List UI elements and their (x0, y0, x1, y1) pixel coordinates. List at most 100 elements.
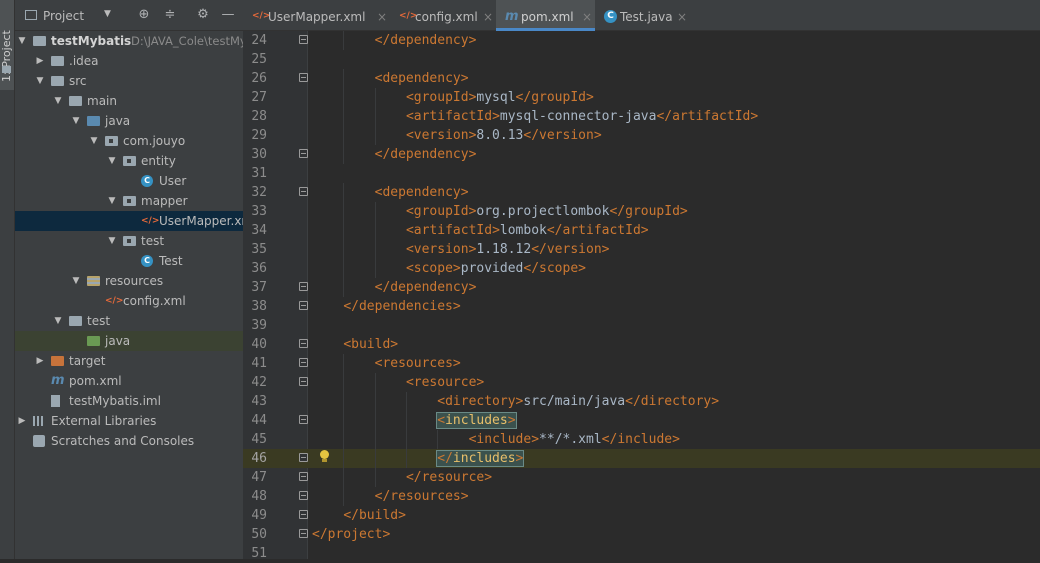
editor-tab[interactable]: </> config.xml × (390, 0, 496, 31)
tree-item[interactable]: </>UserMapper.xml (15, 211, 243, 231)
chevron-right-icon[interactable]: ▶ (17, 411, 27, 431)
code-line[interactable]: 38 </dependencies> (243, 297, 1040, 316)
editor-tab[interactable]: m pom.xml × (496, 0, 595, 31)
chevron-down-icon[interactable]: ▼ (107, 191, 117, 211)
code-line[interactable]: 43 <directory>src/main/java</directory> (243, 392, 1040, 411)
fold-marker-icon[interactable] (299, 491, 308, 500)
code-line[interactable]: 49 </build> (243, 506, 1040, 525)
code-line[interactable]: 51 (243, 544, 1040, 563)
tree-item[interactable]: ▼ java (15, 111, 243, 131)
code-line[interactable]: 30 </dependency> (243, 145, 1040, 164)
code-line[interactable]: 27 <groupId>mysql</groupId> (243, 88, 1040, 107)
close-icon[interactable]: × (377, 0, 387, 34)
close-icon[interactable]: × (483, 0, 493, 34)
tree-item[interactable]: ▼ test (15, 231, 243, 251)
tree-item[interactable]: java (15, 331, 243, 351)
lightbulb-icon[interactable] (319, 450, 329, 463)
tree-item[interactable]: ▼ entity (15, 151, 243, 171)
fold-marker-icon[interactable] (299, 529, 308, 538)
tree-item-label: User (159, 174, 187, 188)
code-line[interactable]: 42 <resource> (243, 373, 1040, 392)
code-line[interactable]: 40 <build> (243, 335, 1040, 354)
fold-marker-icon[interactable] (299, 301, 308, 310)
code-editor[interactable]: 24 </dependency> 25 26 <dependency> 27 <groupI… (243, 31, 1040, 561)
tool-window-strip: 1: Project (0, 0, 15, 559)
fold-marker-icon[interactable] (299, 149, 308, 158)
code-line[interactable]: 41 <resources> (243, 354, 1040, 373)
tree-item[interactable]: ▼ main (15, 91, 243, 111)
tree-item[interactable]: ▼ src (15, 71, 243, 91)
code-line[interactable]: 29 <version>8.0.13</version> (243, 126, 1040, 145)
code-line[interactable]: 39 (243, 316, 1040, 335)
code-line[interactable]: 36 <scope>provided</scope> (243, 259, 1040, 278)
tree-item[interactable]: ▶ target (15, 351, 243, 371)
fold-marker-icon[interactable] (299, 339, 308, 348)
code-line[interactable]: 24 </dependency> (243, 31, 1040, 50)
chevron-down-icon[interactable]: ▼ (107, 231, 117, 251)
code-line[interactable]: 33 <groupId>org.projectlombok</groupId> (243, 202, 1040, 221)
tree-item[interactable]: </> config.xml (15, 291, 243, 311)
project-tool-tab[interactable]: 1: Project (0, 0, 14, 90)
code-line[interactable]: 26 <dependency> (243, 69, 1040, 88)
tree-item[interactable]: testMybatis.iml (15, 391, 243, 411)
code-line[interactable]: 25 (243, 50, 1040, 69)
fold-marker-icon[interactable] (299, 377, 308, 386)
chevron-down-icon[interactable]: ▼ (89, 131, 99, 151)
code-token: scope (539, 261, 579, 276)
fold-marker-icon[interactable] (299, 73, 308, 82)
tree-item[interactable]: ▼ com.jouyo (15, 131, 243, 151)
fold-marker-icon[interactable] (299, 472, 308, 481)
close-icon[interactable]: × (677, 0, 687, 34)
editor-tab[interactable]: </> UserMapper.xml × (243, 0, 390, 31)
code-line[interactable]: 47 </resource> (243, 468, 1040, 487)
code-line[interactable]: 28 <artifactId>mysql-connector-java</arti… (243, 107, 1040, 126)
code-line[interactable]: 50 </project> (243, 525, 1040, 544)
project-view-selector[interactable]: Project (43, 9, 84, 23)
fold-marker-icon[interactable] (299, 282, 308, 291)
fold-marker-icon[interactable] (299, 35, 308, 44)
tree-item[interactable]: ▼ test (15, 311, 243, 331)
code-line[interactable]: 48 </resources> (243, 487, 1040, 506)
tree-item[interactable]: C Test (15, 251, 243, 271)
tree-item[interactable]: C User (15, 171, 243, 191)
fold-marker-icon[interactable] (299, 187, 308, 196)
fold-marker-icon[interactable] (299, 358, 308, 367)
chevron-down-icon[interactable]: ▼ (17, 31, 27, 51)
chevron-down-icon[interactable]: ▼ (71, 111, 81, 131)
chevron-down-icon[interactable]: ▼ (53, 311, 63, 331)
editor-tab[interactable]: C Test.java × (595, 0, 690, 31)
code-token: > (586, 90, 594, 105)
tree-item[interactable]: ▶ External Libraries (15, 411, 243, 431)
code-line[interactable]: 45 <include>**/*.xml</include> (243, 430, 1040, 449)
tree-item[interactable]: ▼ mapper (15, 191, 243, 211)
code-line[interactable]: 31 (243, 164, 1040, 183)
locate-file-icon[interactable]: ⊕ (136, 7, 152, 23)
indent-guide (374, 430, 376, 449)
gear-icon[interactable]: ⚙ (195, 7, 211, 23)
tree-item[interactable]: Scratches and Consoles (15, 431, 243, 451)
close-icon[interactable]: × (582, 0, 592, 34)
fold-marker-icon[interactable] (299, 415, 308, 424)
tree-item[interactable]: ▶ .idea (15, 51, 243, 71)
code-line[interactable]: 46 </includes> (243, 449, 1040, 468)
code-line[interactable]: 37 </dependency> (243, 278, 1040, 297)
chevron-down-icon[interactable]: ▼ (107, 151, 117, 171)
chevron-down-icon[interactable]: ▼ (35, 71, 45, 91)
code-token: </ (523, 128, 540, 143)
chevron-down-icon[interactable]: ▼ (104, 9, 111, 19)
tree-item[interactable]: ▼ resources (15, 271, 243, 291)
tree-item[interactable]: m pom.xml (15, 371, 243, 391)
collapse-all-icon[interactable]: ≑ (162, 7, 178, 23)
tree-item[interactable]: ▼ testMybatis D:\JAVA_Cole\testMyb (15, 31, 243, 51)
fold-marker-icon[interactable] (299, 510, 308, 519)
code-line[interactable]: 34 <artifactId>lombok</artifactId> (243, 221, 1040, 240)
code-line[interactable]: 35 <version>1.18.12</version> (243, 240, 1040, 259)
code-line[interactable]: 32 <dependency> (243, 183, 1040, 202)
code-line[interactable]: 44 <includes> (243, 411, 1040, 430)
chevron-down-icon[interactable]: ▼ (53, 91, 63, 111)
fold-marker-icon[interactable] (299, 453, 308, 462)
chevron-right-icon[interactable]: ▶ (35, 51, 45, 71)
chevron-right-icon[interactable]: ▶ (35, 351, 45, 371)
chevron-down-icon[interactable]: ▼ (71, 271, 81, 291)
hide-panel-icon[interactable]: — (220, 7, 236, 23)
